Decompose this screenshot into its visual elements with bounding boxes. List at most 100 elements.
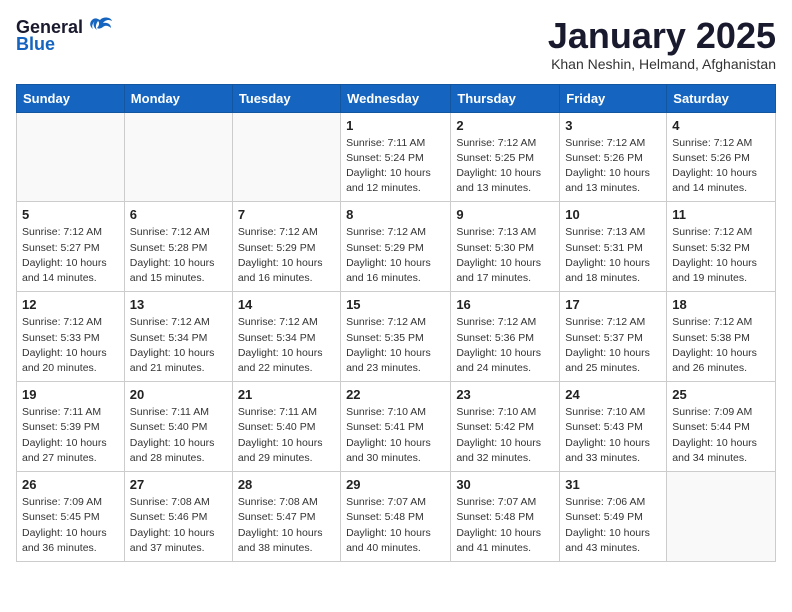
col-header-friday: Friday [560,84,667,112]
day-info: Sunrise: 7:10 AM Sunset: 5:43 PM Dayligh… [565,405,661,466]
day-info: Sunrise: 7:11 AM Sunset: 5:40 PM Dayligh… [238,405,335,466]
day-info: Sunrise: 7:11 AM Sunset: 5:40 PM Dayligh… [130,405,227,466]
day-number: 11 [672,207,770,222]
day-info: Sunrise: 7:12 AM Sunset: 5:37 PM Dayligh… [565,315,661,376]
calendar-cell: 13 Sunrise: 7:12 AM Sunset: 5:34 PM Dayli… [124,292,232,382]
day-info: Sunrise: 7:12 AM Sunset: 5:26 PM Dayligh… [565,136,661,197]
day-info: Sunrise: 7:12 AM Sunset: 5:29 PM Dayligh… [346,225,445,286]
day-number: 5 [22,207,119,222]
calendar-cell [232,112,340,202]
calendar-cell: 31 Sunrise: 7:06 AM Sunset: 5:49 PM Dayli… [560,472,667,562]
calendar-cell: 3 Sunrise: 7:12 AM Sunset: 5:26 PM Daylig… [560,112,667,202]
calendar-cell: 1Sunrise: 7:11 AM Sunset: 5:24 PM Daylig… [341,112,451,202]
day-info: Sunrise: 7:07 AM Sunset: 5:48 PM Dayligh… [456,495,554,556]
day-info: Sunrise: 7:12 AM Sunset: 5:27 PM Dayligh… [22,225,119,286]
calendar-cell: 19Sunrise: 7:11 AM Sunset: 5:39 PM Dayli… [17,382,125,472]
calendar-cell: 5 Sunrise: 7:12 AM Sunset: 5:27 PM Daylig… [17,202,125,292]
calendar-cell: 24 Sunrise: 7:10 AM Sunset: 5:43 PM Dayli… [560,382,667,472]
day-number: 7 [238,207,335,222]
calendar-cell: 17 Sunrise: 7:12 AM Sunset: 5:37 PM Dayli… [560,292,667,382]
day-info: Sunrise: 7:12 AM Sunset: 5:34 PM Dayligh… [130,315,227,376]
day-info: Sunrise: 7:12 AM Sunset: 5:36 PM Dayligh… [456,315,554,376]
page-header: General Blue January 2025 Khan Neshin, H… [16,16,776,72]
day-number: 6 [130,207,227,222]
day-number: 25 [672,387,770,402]
day-number: 23 [456,387,554,402]
col-header-tuesday: Tuesday [232,84,340,112]
day-number: 29 [346,477,445,492]
calendar-cell: 2 Sunrise: 7:12 AM Sunset: 5:25 PM Daylig… [451,112,560,202]
title-block: January 2025 Khan Neshin, Helmand, Afgha… [548,16,776,72]
calendar-cell: 8 Sunrise: 7:12 AM Sunset: 5:29 PM Daylig… [341,202,451,292]
day-number: 3 [565,118,661,133]
logo-bird-icon [87,16,113,38]
calendar-cell [667,472,776,562]
col-header-sunday: Sunday [17,84,125,112]
month-title: January 2025 [548,16,776,56]
day-info: Sunrise: 7:08 AM Sunset: 5:46 PM Dayligh… [130,495,227,556]
day-number: 31 [565,477,661,492]
calendar-cell: 23 Sunrise: 7:10 AM Sunset: 5:42 PM Dayli… [451,382,560,472]
day-number: 8 [346,207,445,222]
day-info: Sunrise: 7:12 AM Sunset: 5:34 PM Dayligh… [238,315,335,376]
col-header-saturday: Saturday [667,84,776,112]
day-info: Sunrise: 7:09 AM Sunset: 5:45 PM Dayligh… [22,495,119,556]
calendar-cell: 16 Sunrise: 7:12 AM Sunset: 5:36 PM Dayli… [451,292,560,382]
calendar-week-row: 1Sunrise: 7:11 AM Sunset: 5:24 PM Daylig… [17,112,776,202]
day-number: 14 [238,297,335,312]
calendar-week-row: 12 Sunrise: 7:12 AM Sunset: 5:33 PM Dayli… [17,292,776,382]
calendar-cell: 10 Sunrise: 7:13 AM Sunset: 5:31 PM Dayli… [560,202,667,292]
day-info: Sunrise: 7:12 AM Sunset: 5:25 PM Dayligh… [456,136,554,197]
day-info: Sunrise: 7:12 AM Sunset: 5:29 PM Dayligh… [238,225,335,286]
day-info: Sunrise: 7:06 AM Sunset: 5:49 PM Dayligh… [565,495,661,556]
calendar-cell: 14 Sunrise: 7:12 AM Sunset: 5:34 PM Dayli… [232,292,340,382]
day-number: 22 [346,387,445,402]
day-number: 10 [565,207,661,222]
day-info: Sunrise: 7:13 AM Sunset: 5:31 PM Dayligh… [565,225,661,286]
day-number: 26 [22,477,119,492]
day-number: 20 [130,387,227,402]
day-number: 30 [456,477,554,492]
day-number: 12 [22,297,119,312]
day-number: 28 [238,477,335,492]
day-number: 24 [565,387,661,402]
day-info: Sunrise: 7:13 AM Sunset: 5:30 PM Dayligh… [456,225,554,286]
logo: General Blue [16,16,113,55]
day-info: Sunrise: 7:10 AM Sunset: 5:42 PM Dayligh… [456,405,554,466]
calendar-cell: 7 Sunrise: 7:12 AM Sunset: 5:29 PM Daylig… [232,202,340,292]
calendar-cell: 22 Sunrise: 7:10 AM Sunset: 5:41 PM Dayli… [341,382,451,472]
day-number: 21 [238,387,335,402]
day-info: Sunrise: 7:10 AM Sunset: 5:41 PM Dayligh… [346,405,445,466]
calendar-header-row: SundayMondayTuesdayWednesdayThursdayFrid… [17,84,776,112]
day-number: 18 [672,297,770,312]
day-number: 2 [456,118,554,133]
day-number: 9 [456,207,554,222]
day-info: Sunrise: 7:12 AM Sunset: 5:35 PM Dayligh… [346,315,445,376]
calendar-cell: 9 Sunrise: 7:13 AM Sunset: 5:30 PM Daylig… [451,202,560,292]
calendar-cell: 27 Sunrise: 7:08 AM Sunset: 5:46 PM Dayli… [124,472,232,562]
col-header-thursday: Thursday [451,84,560,112]
day-info: Sunrise: 7:11 AM Sunset: 5:39 PM Dayligh… [22,405,119,466]
calendar-table: SundayMondayTuesdayWednesdayThursdayFrid… [16,84,776,562]
day-info: Sunrise: 7:12 AM Sunset: 5:26 PM Dayligh… [672,136,770,197]
location-text: Khan Neshin, Helmand, Afghanistan [548,56,776,72]
calendar-cell: 18Sunrise: 7:12 AM Sunset: 5:38 PM Dayli… [667,292,776,382]
calendar-cell: 26 Sunrise: 7:09 AM Sunset: 5:45 PM Dayli… [17,472,125,562]
day-number: 15 [346,297,445,312]
day-number: 1 [346,118,445,133]
calendar-cell: 28Sunrise: 7:08 AM Sunset: 5:47 PM Dayli… [232,472,340,562]
day-number: 13 [130,297,227,312]
day-info: Sunrise: 7:09 AM Sunset: 5:44 PM Dayligh… [672,405,770,466]
calendar-cell: 25 Sunrise: 7:09 AM Sunset: 5:44 PM Dayli… [667,382,776,472]
day-info: Sunrise: 7:12 AM Sunset: 5:32 PM Dayligh… [672,225,770,286]
day-number: 4 [672,118,770,133]
day-number: 27 [130,477,227,492]
day-info: Sunrise: 7:07 AM Sunset: 5:48 PM Dayligh… [346,495,445,556]
calendar-cell [17,112,125,202]
calendar-cell: 4 Sunrise: 7:12 AM Sunset: 5:26 PM Daylig… [667,112,776,202]
calendar-cell [124,112,232,202]
day-number: 16 [456,297,554,312]
day-info: Sunrise: 7:12 AM Sunset: 5:33 PM Dayligh… [22,315,119,376]
calendar-cell: 6Sunrise: 7:12 AM Sunset: 5:28 PM Daylig… [124,202,232,292]
day-number: 17 [565,297,661,312]
